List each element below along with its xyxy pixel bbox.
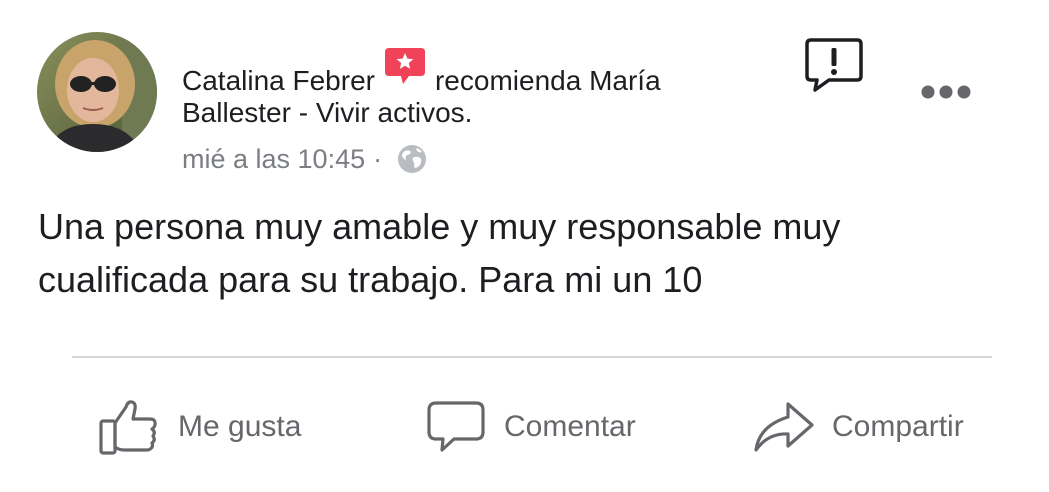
share-arrow-icon: [754, 402, 814, 452]
post-meta: mié a las 10:45 ·: [182, 142, 428, 176]
thumbs-up-icon: [99, 400, 157, 455]
globe-icon[interactable]: [396, 143, 428, 175]
recommendation-star-icon: [383, 44, 427, 88]
meta-separator: ·: [373, 144, 383, 174]
report-icon[interactable]: [803, 36, 865, 94]
divider: [72, 356, 992, 358]
comment-button[interactable]: Comentar: [426, 394, 636, 460]
page-name[interactable]: Ballester - Vivir activos.: [182, 96, 472, 130]
like-label: Me gusta: [178, 410, 302, 443]
post-header: Catalina Febrer recomienda María: [182, 48, 661, 98]
recommend-text: recomienda María: [434, 65, 661, 96]
more-options-icon[interactable]: [918, 82, 974, 102]
timestamp[interactable]: mié a las 10:45: [182, 144, 365, 174]
post-body: Una persona muy amable y muy responsable…: [38, 206, 841, 300]
author-name[interactable]: Catalina Febrer: [182, 65, 375, 96]
comment-label: Comentar: [504, 410, 636, 443]
comment-bubble-icon: [427, 401, 485, 452]
like-button[interactable]: Me gusta: [98, 394, 301, 460]
avatar-photo: [37, 32, 157, 152]
avatar[interactable]: [37, 32, 157, 152]
share-button[interactable]: Compartir: [752, 394, 964, 460]
share-label: Compartir: [832, 410, 964, 443]
